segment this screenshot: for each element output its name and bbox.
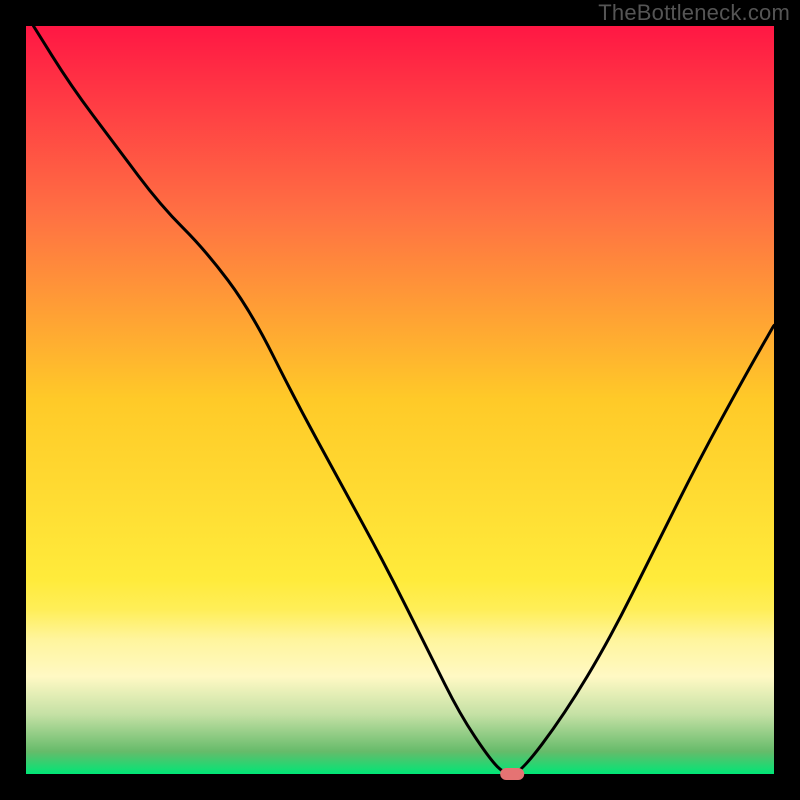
optimum-marker [500, 768, 524, 780]
plot-background [26, 26, 774, 774]
chart-container: TheBottleneck.com [0, 0, 800, 800]
watermark-text: TheBottleneck.com [598, 0, 790, 26]
bottleneck-chart [0, 0, 800, 800]
